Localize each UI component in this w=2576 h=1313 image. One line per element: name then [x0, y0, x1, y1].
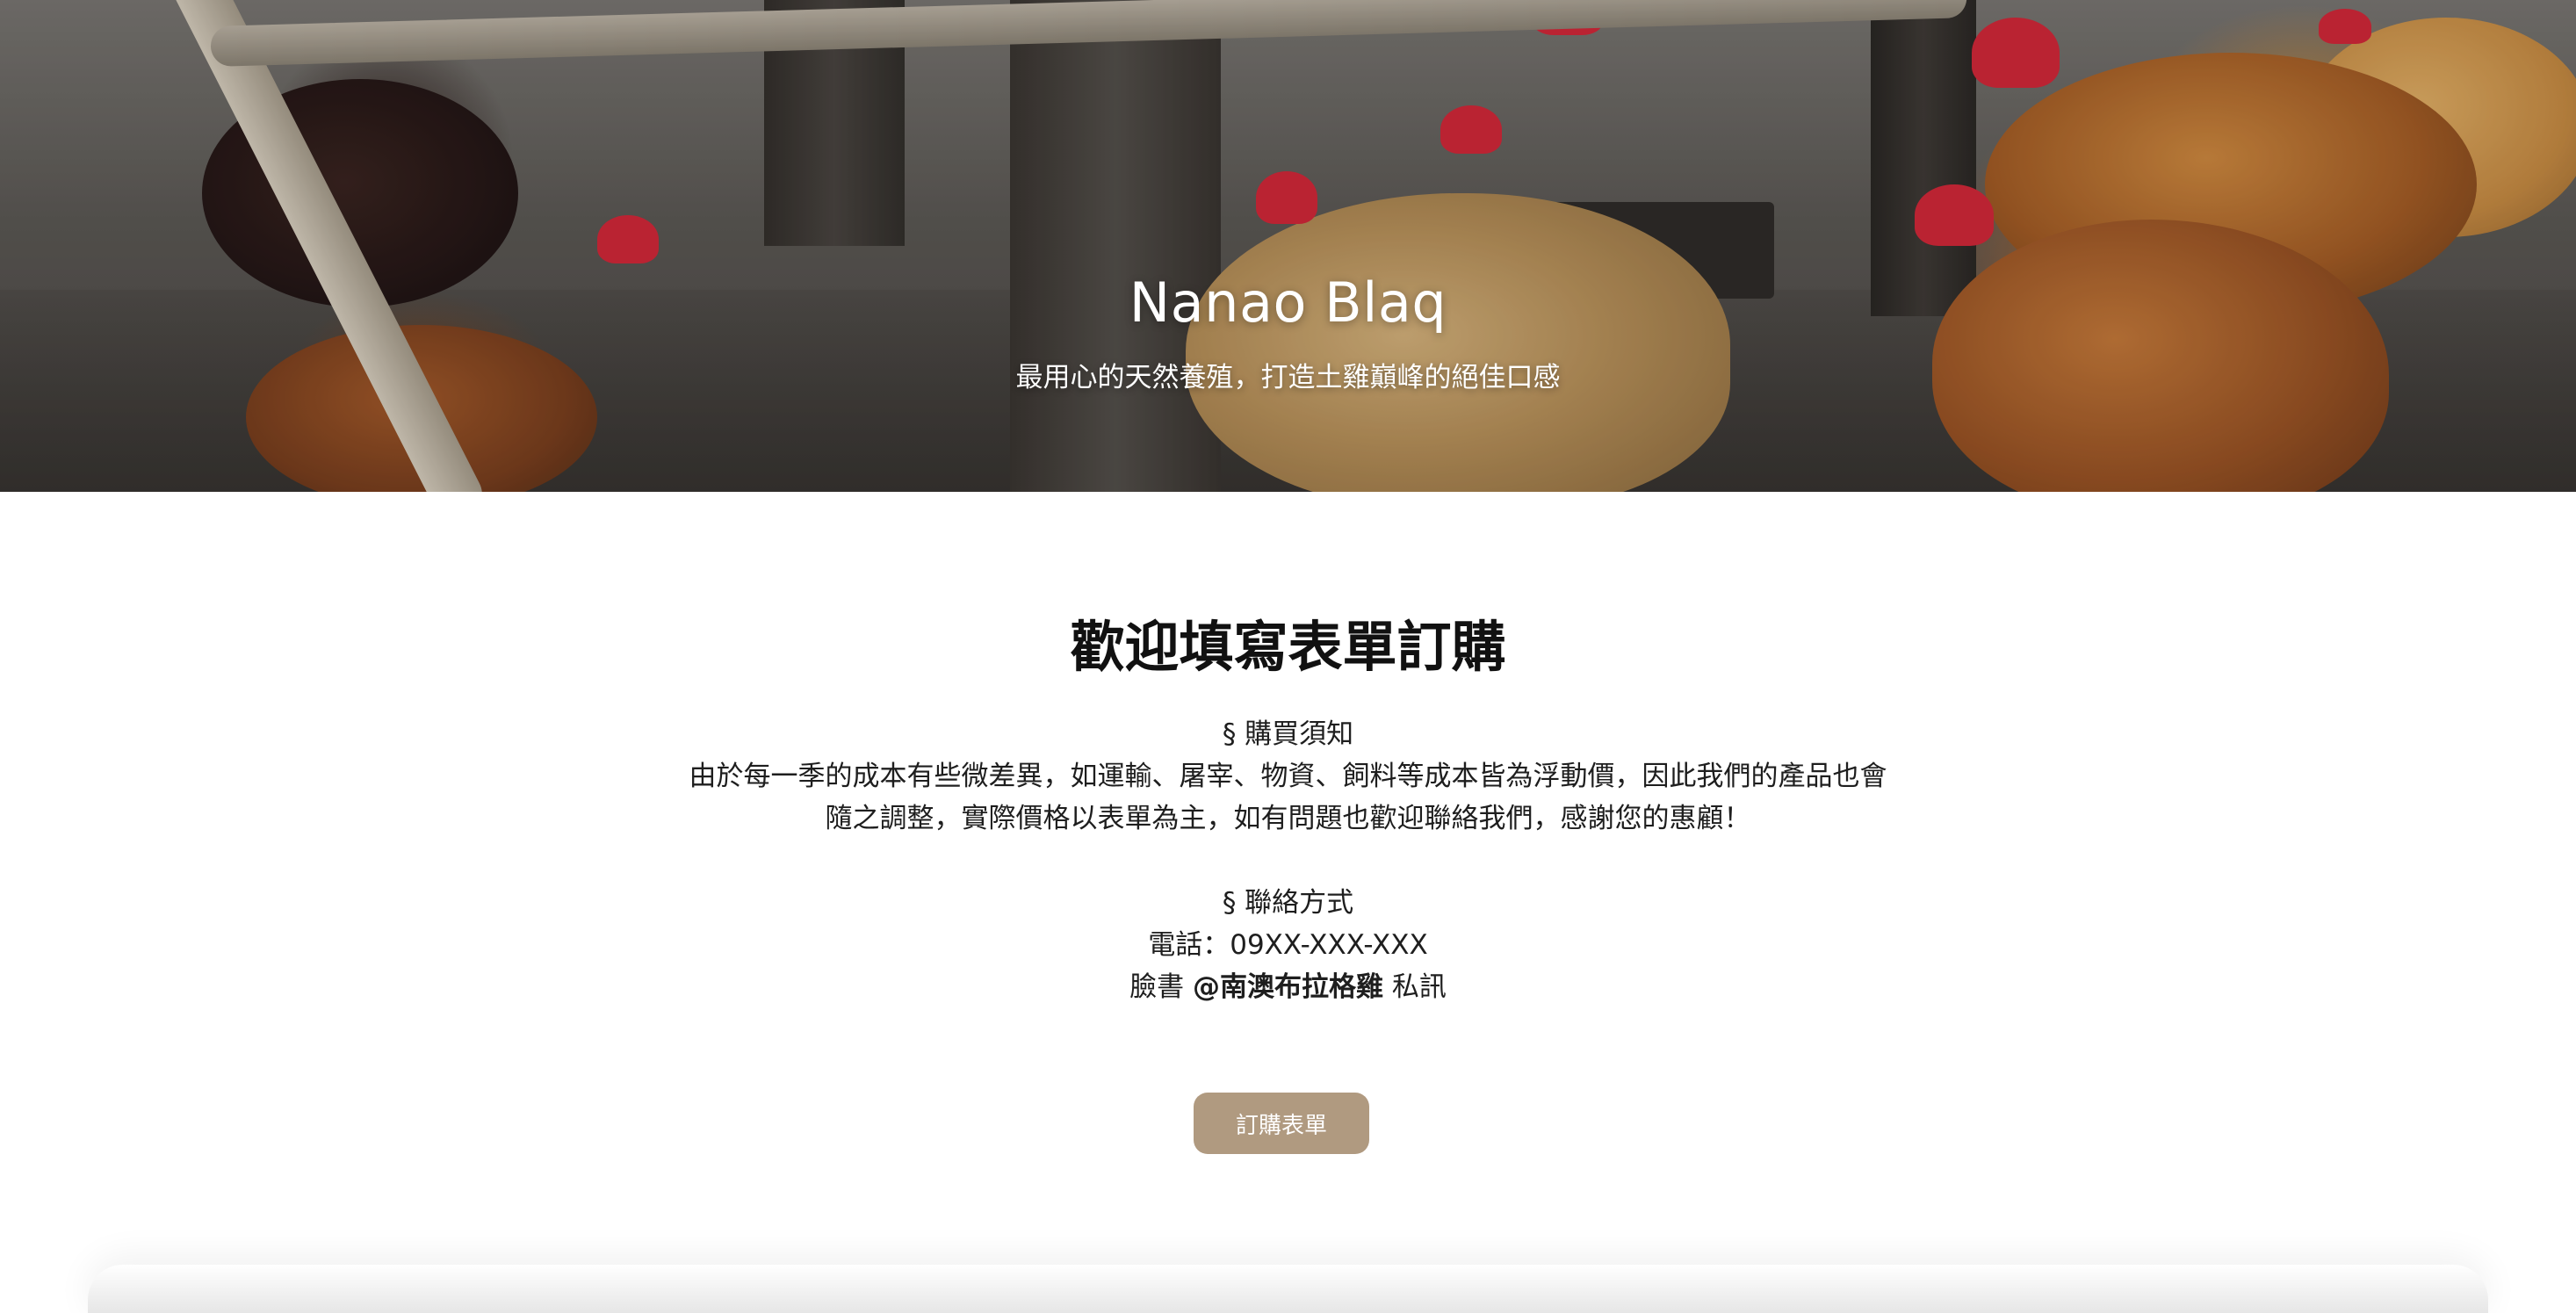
footer-edge [88, 1265, 2488, 1313]
site-title: Nanao Blaq [1129, 271, 1447, 335]
order-form-button[interactable]: 訂購表單 [1194, 1093, 1369, 1154]
purchase-notice-text-line-1: 由於每一季的成本有些微差異，如運輸、屠宰、物資、飼料等成本皆為浮動價，因此我們的… [689, 761, 1887, 792]
contact-phone: 電話：09XX-XXX-XXX [1148, 929, 1428, 961]
hero-banner: Nanao Blaq 最用心的天然養殖，打造土雞巔峰的絕佳口感 [0, 0, 2576, 492]
info-section: § 購買須知 由於每一季的成本有些微差異，如運輸、屠宰、物資、飼料等成本皆為浮動… [650, 713, 1926, 1008]
facebook-handle: @南澳布拉格雞 [1193, 971, 1383, 1003]
hero-overlay [0, 0, 2576, 492]
contact-title: § 聯絡方式 [1222, 887, 1354, 919]
page-heading: 歡迎填寫表單訂購 [1070, 615, 1506, 679]
purchase-notice-text-line-2: 隨之調整，實際價格以表單為主，如有問題也歡迎聯絡我們，感謝您的惠顧！ [825, 803, 1751, 834]
facebook-prefix: 臉書 [1129, 971, 1185, 1003]
purchase-notice-title: § 購買須知 [1222, 718, 1354, 750]
contact-facebook: 臉書 @南澳布拉格雞 私訊 [650, 966, 1926, 1008]
site-tagline: 最用心的天然養殖，打造土雞巔峰的絕佳口感 [1015, 362, 1561, 393]
facebook-suffix: 私訊 [1391, 971, 1447, 1003]
